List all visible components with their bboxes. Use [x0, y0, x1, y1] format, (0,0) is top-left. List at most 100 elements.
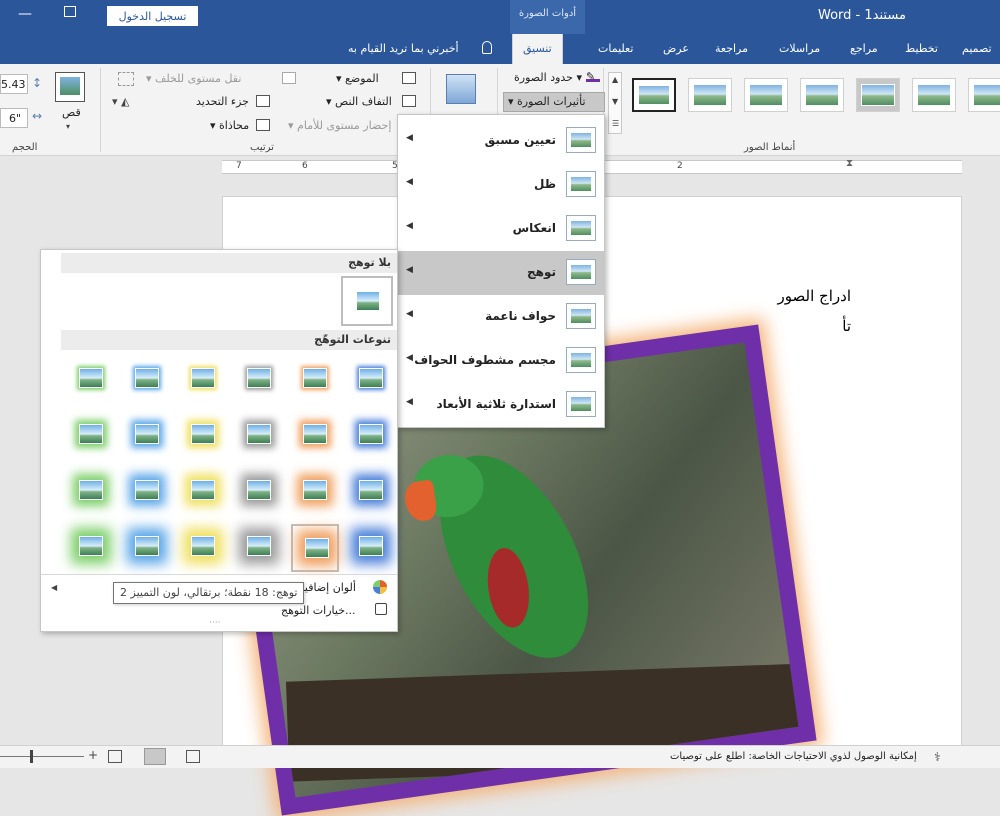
- glow-variation-option[interactable]: [67, 468, 115, 516]
- window-title: مستند1 - Word: [818, 8, 906, 23]
- glow-preview-image: [359, 536, 383, 556]
- accessibility-status[interactable]: إمكانية الوصول لذوي الاحتياجات الخاصة: ا…: [670, 751, 917, 762]
- align-button[interactable]: ▾ محاذاة: [210, 119, 249, 132]
- tab-design[interactable]: تصميم: [962, 42, 992, 55]
- menu-item-glow[interactable]: ◀ توهج: [398, 251, 604, 295]
- tab-references[interactable]: مراجع: [850, 42, 878, 55]
- bring-forward-button[interactable]: ▾ إحضار مستوى للأمام: [288, 119, 391, 132]
- tab-layout[interactable]: تخطيط: [905, 42, 938, 55]
- glow-tooltip: توهج: 18 نقطة؛ برتقالي، لون التمييز 2: [113, 582, 305, 604]
- selection-pane-button[interactable]: جزء التحديد: [196, 95, 249, 108]
- glow-variation-option[interactable]: [179, 412, 227, 460]
- glow-variation-option[interactable]: [291, 356, 339, 404]
- picture-style-1[interactable]: [968, 78, 1000, 112]
- glow-variation-option[interactable]: [123, 524, 171, 572]
- glow-preview-image: [305, 538, 329, 558]
- glow-variation-option[interactable]: [347, 412, 395, 460]
- glow-gallery: بلا توهج تنوعات التوهّج ألوان إضافية ◀ خ…: [40, 249, 398, 632]
- glow-variation-option[interactable]: [235, 356, 283, 404]
- glow-variation-option[interactable]: [67, 356, 115, 404]
- crop-icon: [55, 72, 85, 102]
- ribbon-display-options-icon[interactable]: [64, 6, 76, 17]
- send-backward-button[interactable]: ▾ نقل مستوى للخلف: [146, 72, 241, 85]
- indent-marker[interactable]: ⧗: [846, 158, 853, 169]
- picture-border-button[interactable]: حدود الصورة ▾: [514, 71, 582, 84]
- send-backward-icon: [282, 72, 296, 84]
- picture-effects-menu: ◀ تعيين مسبق ◀ ظل ◀ انعكاس ◀ توهج ◀ حواف ناعم…: [397, 114, 605, 428]
- glow-variation-option[interactable]: [179, 356, 227, 404]
- glow-preview-image: [191, 536, 215, 556]
- web-layout-icon[interactable]: [108, 750, 122, 763]
- alt-text-icon[interactable]: [446, 74, 476, 104]
- tab-view[interactable]: عرض: [663, 42, 689, 55]
- selection-pane-icon: [256, 95, 270, 107]
- width-input[interactable]: 6": [0, 108, 28, 128]
- glow-variation-option[interactable]: [291, 468, 339, 516]
- picture-style-2[interactable]: [912, 78, 956, 112]
- picture-style-4[interactable]: [800, 78, 844, 112]
- glow-variation-option[interactable]: [347, 524, 395, 572]
- glow-variation-option[interactable]: [235, 468, 283, 516]
- tell-me-search[interactable]: أخبرني بما تريد القيام به: [348, 42, 459, 55]
- glow-variation-option[interactable]: [123, 468, 171, 516]
- height-input[interactable]: 5.43: [0, 74, 28, 94]
- crop-button[interactable]: قص: [62, 106, 81, 119]
- picture-style-7[interactable]: [632, 78, 676, 112]
- glow-variation-option[interactable]: [123, 356, 171, 404]
- picture-border-icon: ✎: [586, 70, 600, 83]
- glow-variation-option[interactable]: [123, 412, 171, 460]
- picture-effects-button[interactable]: ▾ تأثيرات الصورة: [503, 92, 605, 112]
- menu-item-soft-edges[interactable]: ◀ حواف ناعمة: [398, 295, 604, 339]
- position-button[interactable]: ▾ الموضع: [336, 72, 379, 85]
- glow-variation-option[interactable]: [179, 468, 227, 516]
- picture-style-3[interactable]: [856, 78, 900, 112]
- sign-in-button[interactable]: تسجيل الدخول: [107, 6, 198, 26]
- glow-variation-option[interactable]: [235, 524, 283, 572]
- glow-variation-option[interactable]: [291, 412, 339, 460]
- ribbon-tabs: تصميم تخطيط مراجع مراسلات مراجعة عرض تعل…: [0, 34, 1000, 64]
- wrap-text-button[interactable]: ▾ التفاف النص: [326, 95, 392, 108]
- glow-preview-image: [247, 536, 271, 556]
- menu-item-bevel[interactable]: ◀ مجسم مشطوف الحواف: [398, 339, 604, 383]
- glow-variation-option[interactable]: [347, 468, 395, 516]
- glow-preview-image: [135, 424, 159, 444]
- glow-preview-image: [303, 368, 327, 388]
- picture-style-5[interactable]: [744, 78, 788, 112]
- menu-item-reflection[interactable]: ◀ انعكاس: [398, 207, 604, 251]
- glow-variation-option[interactable]: [347, 356, 395, 404]
- glow-variation-option[interactable]: [67, 412, 115, 460]
- glow-variation-option[interactable]: [235, 412, 283, 460]
- more-colors-item[interactable]: ألوان إضافية: [299, 581, 356, 594]
- rotate-button[interactable]: ▾ ◭: [112, 95, 129, 108]
- group-icon[interactable]: [118, 72, 134, 86]
- ruler-number: 2: [677, 161, 683, 171]
- zoom-slider-thumb[interactable]: [30, 750, 33, 763]
- reflection-icon: [566, 215, 596, 241]
- styles-gallery-scroll[interactable]: ▲ ▼ ☰: [608, 72, 622, 134]
- size-group-label: الحجم: [12, 142, 38, 153]
- print-layout-icon[interactable]: [144, 748, 166, 765]
- read-mode-icon[interactable]: [186, 750, 200, 763]
- wrap-text-icon: [402, 95, 416, 107]
- doc-line-heading: ادراج الصور: [777, 287, 851, 305]
- glow-variation-option[interactable]: [67, 524, 115, 572]
- no-glow-option[interactable]: [341, 276, 393, 326]
- zoom-slider[interactable]: [0, 756, 84, 757]
- tab-review[interactable]: مراجعة: [715, 42, 748, 55]
- zoom-in-icon[interactable]: +: [88, 748, 98, 762]
- menu-item-3d-rotation[interactable]: ◀ استدارة ثلاثية الأبعاد: [398, 383, 604, 427]
- menu-item-preset[interactable]: ◀ تعيين مسبق: [398, 119, 604, 163]
- no-glow-heading: بلا توهج: [61, 253, 397, 273]
- glow-variation-option[interactable]: [291, 524, 339, 572]
- picture-style-6[interactable]: [688, 78, 732, 112]
- glow-preview-image: [247, 480, 271, 500]
- minimize-icon[interactable]: —: [18, 6, 32, 22]
- tab-help[interactable]: تعليمات: [598, 42, 633, 55]
- glow-variation-option[interactable]: [179, 524, 227, 572]
- tab-format[interactable]: تنسيق: [512, 34, 563, 64]
- tab-mailings[interactable]: مراسلات: [779, 42, 820, 55]
- resize-grip-icon[interactable]: ····: [209, 618, 220, 628]
- glow-options-item[interactable]: خيارات التوهج...: [281, 604, 356, 617]
- menu-item-shadow[interactable]: ◀ ظل: [398, 163, 604, 207]
- accessibility-icon[interactable]: ⚕: [934, 750, 941, 764]
